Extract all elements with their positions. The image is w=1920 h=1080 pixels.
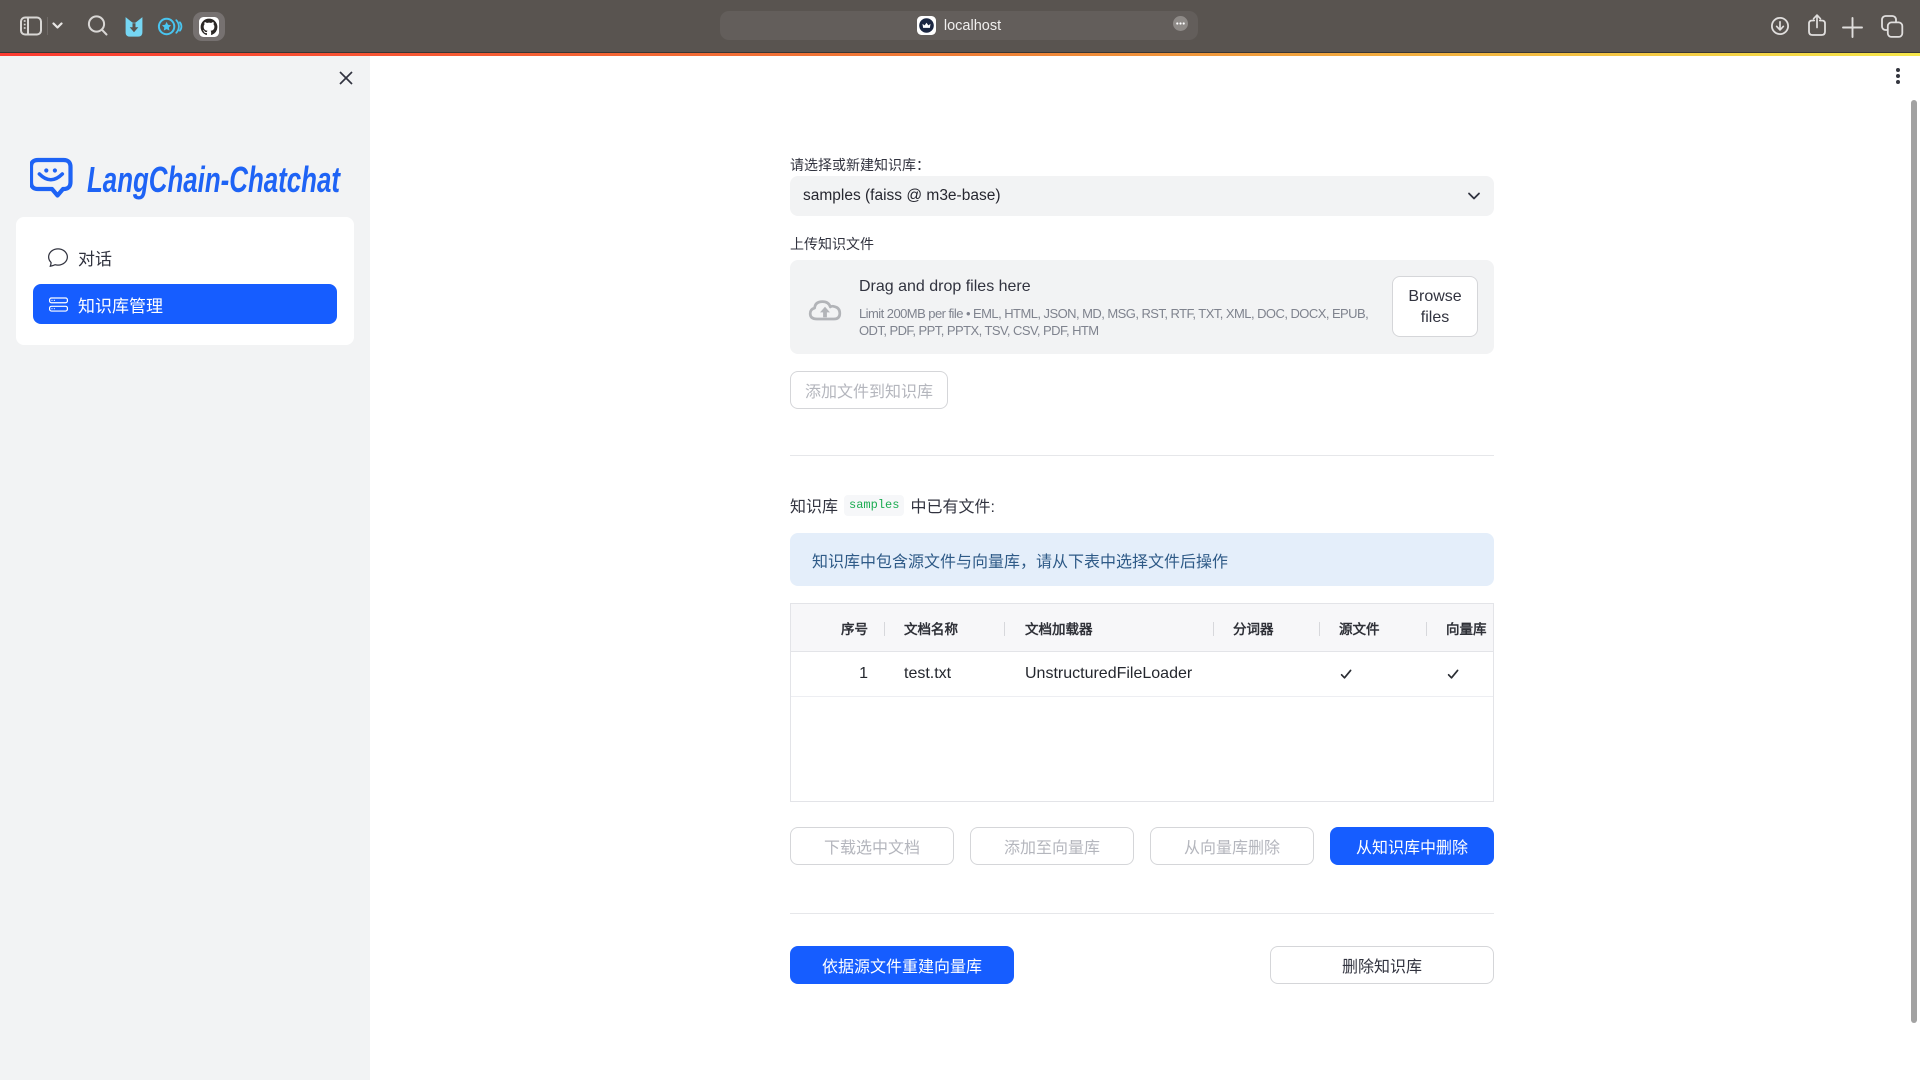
col-header: 分词器 [1214,604,1320,651]
check-icon [1446,667,1460,681]
kb-files-heading: 知识库 samples 中已有文件: [790,493,995,517]
chat-icon [48,247,68,267]
table-row[interactable]: 1 test.txt UnstructuredFileLoader [791,652,1493,697]
cell-loader: UnstructuredFileLoader [1005,652,1214,696]
sidebar-item-chat[interactable]: 对话 [33,237,337,277]
github-icon [199,17,219,37]
kb-selectbox-value: samples (faiss @ m3e-base) [803,187,1001,205]
app-page: LangChain-Chatchat 对话 [0,56,1920,1080]
sidebar-menu: 对话 知识库管理 [16,217,354,345]
sidebar: LangChain-Chatchat 对话 [0,56,370,1080]
download-selected-button[interactable]: 下载选中文档 [790,827,954,865]
new-tab-plus-icon[interactable] [1842,17,1863,38]
browser-chrome: localhost [0,0,1920,53]
file-dropzone[interactable]: Drag and drop files here Limit 200MB per… [790,260,1494,354]
kb-select-label: 请选择或新建知识库： [790,155,930,175]
page-scrollbar[interactable] [1911,100,1917,1023]
close-sidebar-icon[interactable] [336,68,356,88]
cell-source-check [1320,652,1427,696]
search-icon[interactable] [87,14,109,38]
sidebar-item-knowledge-base[interactable]: 知识库管理 [33,284,337,324]
cell-docname: test.txt [885,652,1005,696]
cloud-upload-icon [807,296,843,322]
dropzone-limit-text: Limit 200MB per file • EML, HTML, JSON, … [859,306,1393,339]
add-to-vector-button[interactable]: 添加至向量库 [970,827,1134,865]
star-extension-icon[interactable] [157,16,184,37]
col-header: 文档加载器 [1005,604,1214,651]
github-toolbar-button[interactable] [193,12,225,41]
logo-bubble-icon [31,160,71,196]
sidebar-chevron-icon[interactable] [52,22,63,30]
delete-from-vector-button[interactable]: 从向量库删除 [1150,827,1314,865]
url-text: localhost [944,18,1001,34]
kb-files-suffix: 中已有文件: [910,493,994,517]
kb-name-code: samples [844,495,904,516]
col-header: 源文件 [1320,604,1427,651]
kb-files-prefix: 知识库 [790,493,838,517]
table-header: 序号 文档名称 文档加载器 分词器 源文件 向量库 [791,604,1493,652]
cell-index: 1 [791,652,885,696]
delete-kb-button[interactable]: 删除知识库 [1270,946,1494,984]
sidebar-item-label: 对话 [78,245,112,270]
tabs-overview-icon[interactable] [1881,15,1904,39]
bookmark-extension-icon[interactable] [124,15,144,38]
info-alert: 知识库中包含源文件与向量库，请从下表中选择文件后操作 [790,533,1494,586]
rebuild-vector-button[interactable]: 依据源文件重建向量库 [790,946,1014,984]
toolbar-divider [47,17,48,35]
col-header: 序号 [791,604,885,651]
browse-files-button[interactable]: Browse files [1392,276,1478,337]
divider [790,913,1494,914]
share-icon[interactable] [1806,12,1830,38]
downloads-icon[interactable] [1771,17,1789,35]
page-settings-icon[interactable] [1173,16,1188,31]
check-icon [1339,667,1353,681]
main-menu-icon[interactable] [1890,64,1906,88]
site-favicon [917,16,936,35]
cell-splitter [1214,652,1320,696]
upload-label: 上传知识文件 [790,234,874,254]
kb-selectbox[interactable]: samples (faiss @ m3e-base) [790,176,1494,216]
kb-files-table[interactable]: 序号 文档名称 文档加载器 分词器 源文件 向量库 1 test.txt Uns… [790,603,1494,802]
server-icon [48,294,68,314]
langchain-chatchat-logo: LangChain-Chatchat [30,154,346,204]
info-alert-text: 知识库中包含源文件与向量库，请从下表中选择文件后操作 [812,548,1228,572]
chevron-down-icon [1466,188,1482,204]
dropzone-title: Drag and drop files here [859,278,1031,296]
address-bar[interactable]: localhost [720,11,1198,40]
logo-text: LangChain-Chatchat [87,159,341,200]
add-files-button[interactable]: 添加文件到知识库 [790,371,948,409]
delete-from-kb-button[interactable]: 从知识库中删除 [1330,827,1494,865]
col-header: 文档名称 [885,604,1005,651]
divider [790,455,1494,456]
cell-vector-check [1427,652,1493,696]
sidebar-item-label: 知识库管理 [78,292,163,317]
col-header: 向量库 [1427,604,1493,651]
